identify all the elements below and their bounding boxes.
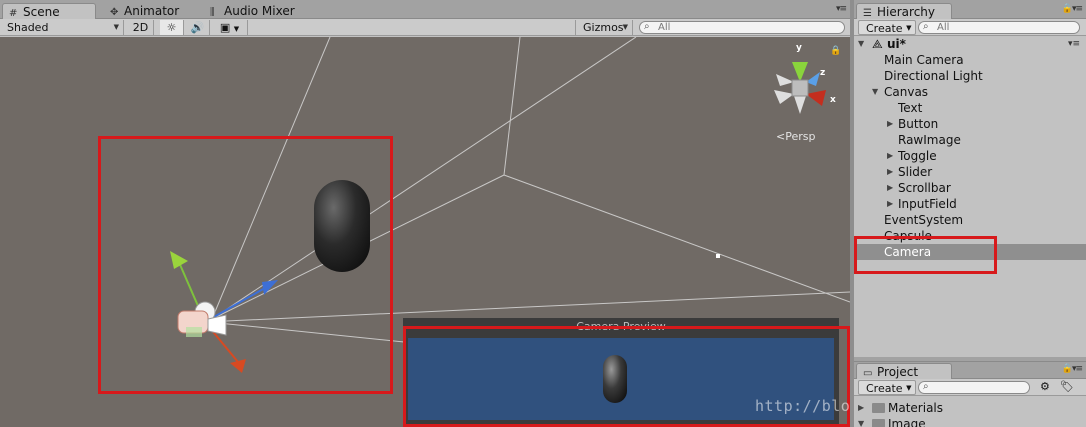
hierarchy-toolbar: Create ▼ ⌕ All xyxy=(854,19,1086,36)
list-item[interactable]: Text xyxy=(854,100,1086,116)
gizmo-y-label: y xyxy=(796,43,802,53)
hierarchy-menu-icon[interactable]: 🔒▾≡ xyxy=(1062,4,1083,14)
draw-mode-dropdown[interactable]: Shaded ▼ xyxy=(0,20,124,35)
tab-project[interactable]: ▭ Project xyxy=(856,363,952,379)
unity-scene-icon: ⟁ xyxy=(872,37,883,51)
list-item[interactable]: RawImage xyxy=(854,132,1086,148)
search-icon: ⌕ xyxy=(923,21,929,32)
project-menu-icon[interactable]: 🔒▾≡ xyxy=(1062,364,1083,374)
foldout-open-icon[interactable]: ▼ xyxy=(858,416,864,427)
list-item[interactable]: ▶ Button xyxy=(854,116,1086,132)
foldout-open-icon[interactable]: ▼ xyxy=(858,36,864,52)
foldout-closed-icon[interactable]: ▶ xyxy=(858,400,864,416)
list-item[interactable]: ▶ Toggle xyxy=(854,148,1086,164)
foldout-closed-icon[interactable]: ▶ xyxy=(887,196,893,212)
lock-icon[interactable]: 🔒 xyxy=(830,46,841,56)
chevron-down-icon: ▼ xyxy=(906,384,912,392)
effects-dropdown[interactable]: ▣ ▼ xyxy=(212,20,248,35)
chevron-down-icon: ▼ xyxy=(233,25,240,33)
chevron-left-icon: < xyxy=(776,130,786,143)
folder-icon xyxy=(872,419,885,427)
project-toolbar: Create ▼ ⌕ ⚙ 🏷 xyxy=(854,379,1086,396)
list-item[interactable]: ▶ InputField xyxy=(854,196,1086,212)
gizmos-dropdown[interactable]: Gizmos ▼ xyxy=(575,20,633,35)
orientation-gizmo xyxy=(774,62,826,114)
hierarchy-search-input[interactable]: ⌕ All xyxy=(918,21,1080,34)
project-panel: ▭ Project 🔒▾≡ Create ▼ ⌕ ⚙ 🏷 ▶ Materials ▼… xyxy=(854,361,1086,427)
sun-icon[interactable]: ☼ xyxy=(160,20,184,35)
tab-scene[interactable]: # Scene xyxy=(2,3,96,19)
project-create-button[interactable]: Create ▼ xyxy=(858,380,916,395)
scene-panel: # Scene ✥ Animator ⫼ Audio Mixer ▾≡ Shaded ▼… xyxy=(0,0,1069,427)
create-button[interactable]: Create ▼ xyxy=(858,20,916,35)
foldout-open-icon[interactable]: ▼ xyxy=(872,84,878,100)
project-search-input[interactable]: ⌕ xyxy=(918,381,1030,394)
filter-by-type-icon[interactable]: ⚙ xyxy=(1040,380,1050,393)
chevron-down-icon: ▼ xyxy=(113,23,119,31)
hierarchy-tree: ▼ ⟁ ui* ▾≡ Main Camera Directional Light… xyxy=(854,36,1086,260)
list-item[interactable]: ▼ Image xyxy=(854,416,1086,427)
filter-by-label-icon[interactable]: 🏷 xyxy=(1060,380,1074,393)
highlight-camera-item xyxy=(854,236,997,274)
chevron-down-icon: ▼ xyxy=(622,23,628,31)
hierarchy-tabbar: ☰ Hierarchy 🔒▾≡ xyxy=(854,0,1086,19)
folder-icon xyxy=(872,403,885,413)
chevron-down-icon: ▼ xyxy=(906,24,912,32)
tab-audio-mixer[interactable]: ⫼ Audio Mixer xyxy=(204,3,301,19)
list-item[interactable]: Directional Light xyxy=(854,68,1086,84)
scene-row[interactable]: ▼ ⟁ ui* ▾≡ xyxy=(854,36,1086,52)
hierarchy-panel: ☰ Hierarchy 🔒▾≡ Create ▼ ⌕ All ▼ ⟁ ui* ▾≡ M… xyxy=(854,0,1086,357)
foldout-closed-icon[interactable]: ▶ xyxy=(887,148,893,164)
foldout-closed-icon[interactable]: ▶ xyxy=(887,116,893,132)
project-tabbar: ▭ Project 🔒▾≡ xyxy=(854,362,1086,379)
gizmo-z-label: z xyxy=(820,68,826,78)
2d-toggle-button[interactable]: 2D xyxy=(128,20,154,35)
list-item[interactable]: ▼ Canvas xyxy=(854,84,1086,100)
projection-toggle[interactable]: <Persp xyxy=(776,130,815,143)
highlight-camera-gizmo xyxy=(98,136,393,394)
list-item[interactable]: Main Camera xyxy=(854,52,1086,68)
list-item[interactable]: EventSystem xyxy=(854,212,1086,228)
speaker-icon[interactable]: 🔊 xyxy=(186,20,210,35)
list-item[interactable]: ▶ Materials xyxy=(854,400,1086,416)
tab-hierarchy[interactable]: ☰ Hierarchy xyxy=(856,3,952,19)
image-icon: ▣ xyxy=(219,21,231,34)
foldout-closed-icon[interactable]: ▶ xyxy=(887,180,893,196)
list-item[interactable]: ▶ Scrollbar xyxy=(854,180,1086,196)
search-icon: ⌕ xyxy=(923,381,929,392)
gizmo-x-label: x xyxy=(830,95,836,105)
panel-menu-icon[interactable]: ▾≡ xyxy=(836,4,847,14)
list-item[interactable]: ▶ Slider xyxy=(854,164,1086,180)
canvas-corner-marker xyxy=(716,254,720,258)
project-tree: ▶ Materials ▼ Image xyxy=(854,400,1086,427)
foldout-closed-icon[interactable]: ▶ xyxy=(887,164,893,180)
scene-toolbar: Shaded ▼ 2D ☼ 🔊 ▣ ▼ Gizmos ▼ ⌕ All xyxy=(0,19,850,36)
tab-animator[interactable]: ✥ Animator xyxy=(104,3,185,19)
scene-search-input[interactable]: ⌕ All xyxy=(639,21,845,34)
scene-tabbar: # Scene ✥ Animator ⫼ Audio Mixer ▾≡ xyxy=(0,0,850,19)
search-icon: ⌕ xyxy=(644,21,650,32)
scene-menu-icon[interactable]: ▾≡ xyxy=(1068,36,1080,52)
